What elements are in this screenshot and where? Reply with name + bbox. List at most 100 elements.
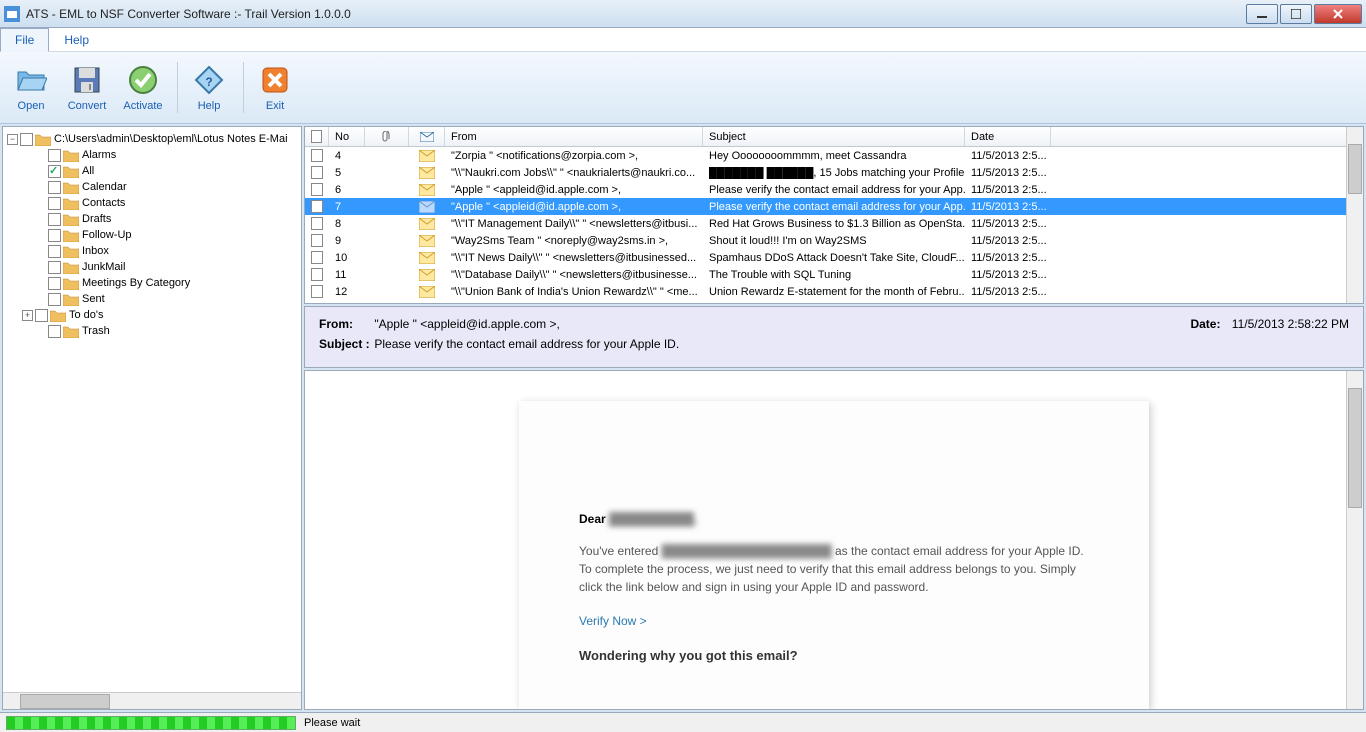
envelope-icon: [419, 184, 435, 196]
folder-tree[interactable]: − C:\Users\admin\Desktop\eml\Lotus Notes…: [2, 126, 302, 710]
tree-item[interactable]: Contacts: [5, 195, 299, 211]
row-checkbox[interactable]: [311, 234, 323, 247]
message-row[interactable]: 11"\\"Database Daily\\" " <newsletters@i…: [305, 266, 1363, 283]
tree-checkbox[interactable]: [48, 181, 61, 194]
column-no[interactable]: No: [329, 127, 365, 146]
message-list-scrollbar[interactable]: [1346, 127, 1363, 303]
row-from: "\\"Naukri.com Jobs\\" " <naukrialerts@n…: [445, 167, 703, 179]
window-close-button[interactable]: [1314, 4, 1362, 24]
message-row[interactable]: 9 "Way2Sms Team " <noreply@way2sms.in >,S…: [305, 232, 1363, 249]
toolbar-open-button[interactable]: Open: [4, 56, 58, 119]
tree-checkbox[interactable]: [48, 245, 61, 258]
tree-checkbox[interactable]: [48, 261, 61, 274]
row-checkbox[interactable]: [311, 217, 323, 230]
app-icon: [4, 6, 20, 22]
collapse-icon[interactable]: −: [7, 134, 18, 145]
row-checkbox[interactable]: [311, 183, 323, 196]
progress-bar: [6, 716, 296, 730]
tree-item[interactable]: JunkMail: [5, 259, 299, 275]
tree-checkbox[interactable]: [48, 293, 61, 306]
toolbar: Open Convert Activate ? Help Exit: [0, 52, 1366, 124]
row-subject: Shout it loud!!! I'm on Way2SMS: [703, 235, 965, 247]
column-subject[interactable]: Subject: [703, 127, 965, 146]
column-from[interactable]: From: [445, 127, 703, 146]
message-row[interactable]: 5 "\\"Naukri.com Jobs\\" " <naukrialerts@…: [305, 164, 1363, 181]
tree-horizontal-scrollbar[interactable]: [3, 692, 301, 709]
tree-item[interactable]: Calendar: [5, 179, 299, 195]
row-checkbox[interactable]: [311, 268, 323, 281]
message-row[interactable]: 12"\\"Union Bank of India's Union Reward…: [305, 283, 1363, 300]
tree-checkbox[interactable]: [20, 133, 33, 146]
window-minimize-button[interactable]: [1246, 4, 1278, 24]
row-subject: Please verify the contact email address …: [703, 201, 965, 213]
folder-icon: [63, 293, 79, 306]
row-icon: [409, 167, 445, 179]
row-subject: Please verify the contact email address …: [703, 184, 965, 196]
tree-item[interactable]: All: [5, 163, 299, 179]
column-icon[interactable]: [409, 127, 445, 146]
column-checkbox[interactable]: [305, 127, 329, 146]
toolbar-exit-button[interactable]: Exit: [248, 56, 302, 119]
toolbar-help-button[interactable]: ? Help: [182, 56, 236, 119]
row-date: 11/5/2013 2:5...: [965, 269, 1051, 281]
row-no: 5: [329, 167, 365, 179]
row-from: "Way2Sms Team " <noreply@way2sms.in >,: [445, 235, 703, 247]
tree-item[interactable]: Alarms: [5, 147, 299, 163]
envelope-icon: [419, 286, 435, 298]
row-subject: The Trouble with SQL Tuning: [703, 269, 965, 281]
row-checkbox[interactable]: [311, 166, 323, 179]
tree-item[interactable]: Inbox: [5, 243, 299, 259]
message-row[interactable]: 10"\\"IT News Daily\\" " <newsletters@it…: [305, 249, 1363, 266]
row-subject: Red Hat Grows Business to $1.3 Billion a…: [703, 218, 965, 230]
menu-help[interactable]: Help: [49, 28, 104, 51]
scrollbar-thumb[interactable]: [1348, 144, 1362, 194]
tree-item[interactable]: Drafts: [5, 211, 299, 227]
window-maximize-button[interactable]: [1280, 4, 1312, 24]
folder-icon: [50, 309, 66, 322]
column-attachment[interactable]: [365, 127, 409, 146]
row-no: 9: [329, 235, 365, 247]
message-row[interactable]: 7"Apple " <appleid@id.apple.com >,Please…: [305, 198, 1363, 215]
toolbar-separator: [240, 62, 244, 113]
message-row[interactable]: 4"Zorpia " <notifications@zorpia.com >,H…: [305, 147, 1363, 164]
check-circle-icon: [127, 64, 159, 96]
message-row[interactable]: 8"\\"IT Management Daily\\" " <newslette…: [305, 215, 1363, 232]
tree-checkbox[interactable]: [48, 197, 61, 210]
tree-item[interactable]: Trash: [5, 323, 299, 339]
row-from: "\\"Union Bank of India's Union Rewardz\…: [445, 286, 703, 298]
row-checkbox[interactable]: [311, 285, 323, 298]
row-from: "Apple " <appleid@id.apple.com >,: [445, 201, 703, 213]
tree-item[interactable]: Sent: [5, 291, 299, 307]
message-row[interactable]: 6"Apple " <appleid@id.apple.com >,Please…: [305, 181, 1363, 198]
toolbar-activate-button[interactable]: Activate: [116, 56, 170, 119]
row-checkbox[interactable]: [311, 200, 323, 213]
scrollbar-thumb[interactable]: [20, 694, 110, 709]
tree-item[interactable]: +To do's: [5, 307, 299, 323]
tree-checkbox[interactable]: [35, 309, 48, 322]
window-title: ATS - EML to NSF Converter Software :- T…: [26, 7, 1246, 21]
preview-scrollbar[interactable]: [1346, 371, 1363, 709]
row-checkbox[interactable]: [311, 251, 323, 264]
tree-checkbox[interactable]: [48, 229, 61, 242]
tree-checkbox[interactable]: [48, 149, 61, 162]
tree-item[interactable]: Follow-Up: [5, 227, 299, 243]
row-date: 11/5/2013 2:5...: [965, 167, 1051, 179]
tree-item[interactable]: Meetings By Category: [5, 275, 299, 291]
tree-checkbox[interactable]: [48, 277, 61, 290]
tree-checkbox[interactable]: [48, 165, 61, 178]
tree-checkbox[interactable]: [48, 325, 61, 338]
column-date[interactable]: Date: [965, 127, 1051, 146]
row-checkbox[interactable]: [311, 149, 323, 162]
envelope-icon: [419, 167, 435, 179]
tree-root[interactable]: − C:\Users\admin\Desktop\eml\Lotus Notes…: [5, 131, 299, 147]
tree-item-label: Sent: [82, 293, 105, 305]
tree-checkbox[interactable]: [48, 213, 61, 226]
toolbar-convert-button[interactable]: Convert: [60, 56, 114, 119]
expand-icon[interactable]: +: [22, 310, 33, 321]
scrollbar-thumb[interactable]: [1348, 388, 1362, 508]
row-icon: [409, 218, 445, 230]
verify-now-link[interactable]: Verify Now >: [579, 614, 1089, 628]
paperclip-icon: [382, 131, 392, 143]
row-no: 4: [329, 150, 365, 162]
menu-file[interactable]: File: [0, 28, 49, 52]
